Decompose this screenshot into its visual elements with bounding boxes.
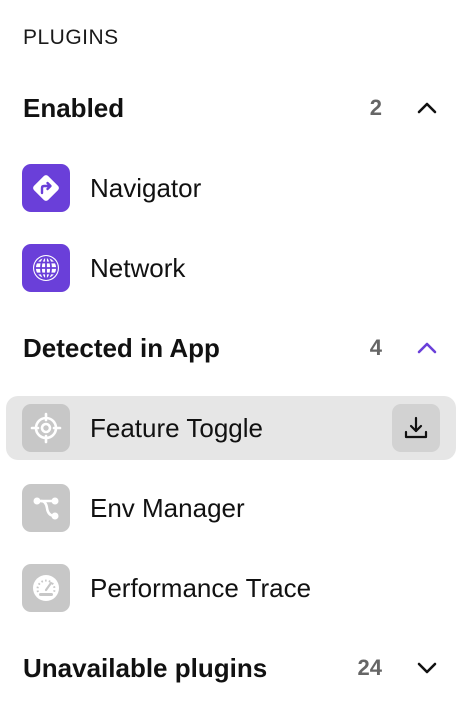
navigation-arrow-icon xyxy=(22,164,70,212)
target-icon xyxy=(22,404,70,452)
section-header-detected[interactable]: Detected in App 4 xyxy=(0,328,464,368)
plugin-item-performance-trace[interactable]: Performance Trace xyxy=(6,556,456,620)
section-title: Unavailable plugins xyxy=(23,652,268,683)
chevron-up-icon[interactable] xyxy=(416,97,438,119)
section-header-unavailable[interactable]: Unavailable plugins 24 xyxy=(0,648,464,688)
section-header-enabled[interactable]: Enabled 2 xyxy=(0,88,464,128)
chevron-down-icon[interactable] xyxy=(416,657,438,679)
plugin-label: Feature Toggle xyxy=(90,413,263,443)
globe-icon xyxy=(22,244,70,292)
plugin-label: Env Manager xyxy=(90,493,245,523)
plugin-item-navigator[interactable]: Navigator xyxy=(6,156,456,220)
section-count: 2 xyxy=(369,95,382,120)
plugin-item-feature-toggle[interactable]: Feature Toggle xyxy=(6,396,456,460)
plugin-label: Performance Trace xyxy=(90,573,312,603)
plugin-item-env-manager[interactable]: Env Manager xyxy=(6,476,456,540)
section-count: 4 xyxy=(369,335,382,360)
download-icon xyxy=(404,416,428,439)
section-title: Enabled xyxy=(23,92,125,123)
plugin-label: Navigator xyxy=(90,173,202,203)
section-title: Detected in App xyxy=(23,332,220,363)
plugin-label: Network xyxy=(90,253,186,283)
panel-title: PLUGINS xyxy=(23,26,119,49)
install-button[interactable] xyxy=(392,404,440,452)
plugin-item-network[interactable]: Network xyxy=(6,236,456,300)
section-count: 24 xyxy=(357,655,382,680)
gauge-icon xyxy=(22,564,70,612)
branch-icon xyxy=(22,484,70,532)
plugins-panel: PLUGINS Enabled 2 Navigator Network Dete… xyxy=(0,0,464,702)
chevron-up-icon[interactable] xyxy=(416,337,438,359)
